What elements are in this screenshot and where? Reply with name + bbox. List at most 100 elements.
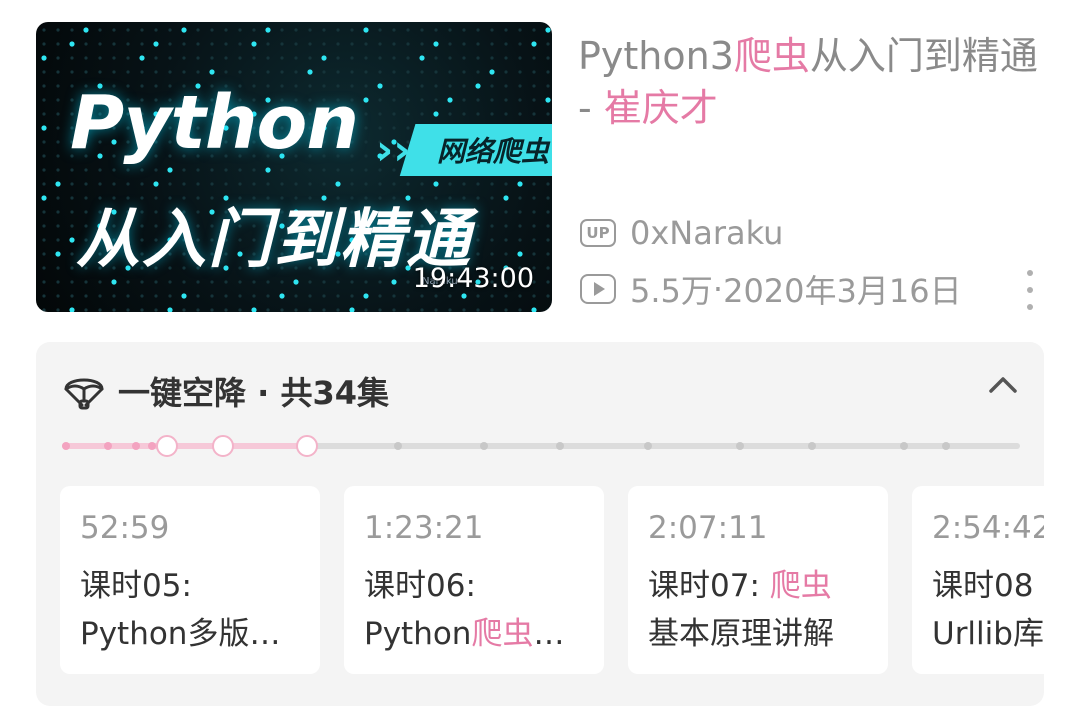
episode-marker[interactable] [132,442,140,450]
matrix-dot [475,83,481,89]
matrix-dot [168,294,172,298]
matrix-dot [56,154,60,158]
episode-card[interactable]: 1:23:21 课时06: Python爬虫相关库的安装 [344,486,604,674]
matrix-dot [392,182,396,186]
matrix-dot [448,182,452,186]
matrix-dot [167,167,173,173]
matrix-dot [364,42,368,46]
matrix-dot [41,55,47,61]
matrix-dot [42,266,46,270]
matrix-dot [42,42,46,46]
episode-title: 课时06: Python爬虫相关库的安装 [364,562,584,658]
matrix-dot [70,168,74,172]
matrix-dot [476,308,480,312]
episode-title-line1: 课时05: [80,568,192,604]
matrix-dot [140,280,144,284]
matrix-dot [196,294,200,298]
matrix-dot [294,294,298,298]
matrix-dot [518,210,522,214]
matrix-dot [55,251,61,257]
matrix-dot [56,266,60,270]
episode-progress-bar[interactable] [62,434,1020,458]
matrix-dot [545,27,551,33]
episode-marker[interactable] [62,442,70,450]
matrix-dot [224,70,228,74]
episode-marker[interactable] [104,442,112,450]
matrix-dot [420,308,424,312]
matrix-dot [476,294,480,298]
matrix-dot [518,294,522,298]
matrix-dot [252,280,256,284]
matrix-dot [336,280,340,284]
matrix-dot [490,56,494,60]
episode-marker[interactable] [942,442,950,450]
matrix-dot [322,168,326,172]
playlist-header[interactable]: 一键空降 · 共34集 [62,368,389,414]
matrix-dot [83,27,89,33]
chevron-up-icon[interactable] [988,374,1018,396]
uploader-row[interactable]: UP 0xNaraku [580,214,783,252]
episode-marker[interactable] [644,442,652,450]
view-count: 5.5万 [630,272,713,310]
episode-marker[interactable] [808,442,816,450]
matrix-dot [154,56,158,60]
episode-card[interactable]: 2:07:11 课时07: 爬虫 基本原理讲解 [628,486,888,674]
matrix-dot [462,70,466,74]
matrix-dot [546,294,550,298]
matrix-dot [546,196,550,200]
matrix-dot [196,70,200,74]
matrix-dot [126,70,130,74]
matrix-dot [378,70,382,74]
matrix-dot [518,98,522,102]
episode-title: 课时07: 爬虫 基本原理讲解 [648,562,868,658]
episode-marker[interactable] [900,442,908,450]
matrix-dot [322,182,326,186]
matrix-dot [56,224,60,228]
matrix-dot [210,56,214,60]
matrix-dot [98,42,102,46]
matrix-dot [308,182,312,186]
matrix-dot [266,308,270,312]
matrix-dot [140,42,144,46]
episode-title-line2: 基本原理讲解 [648,616,834,652]
matrix-dot [532,224,536,228]
matrix-dot [238,42,242,46]
matrix-dot [504,308,508,312]
matrix-dot [434,28,438,32]
video-title[interactable]: Python3爬虫从入门到精通 - 崔庆才 [578,30,1048,134]
episode-card[interactable]: 52:59 课时05: Python多版本共存配置 [60,486,320,674]
matrix-dot [476,98,480,102]
matrix-dot [42,280,46,284]
matrix-dot [518,84,522,88]
matrix-dot [182,70,186,74]
matrix-dot [518,56,522,60]
matrix-dot [70,280,74,284]
matrix-dot [42,168,46,172]
episode-time: 2:54:42 [932,510,1044,546]
episode-marker-current[interactable] [156,435,178,457]
matrix-dot [42,154,46,158]
more-vertical-icon[interactable] [1020,270,1040,310]
matrix-dot [350,28,354,32]
matrix-dot [391,279,397,285]
matrix-dot [196,42,200,46]
matrix-dot [462,42,466,46]
video-thumbnail[interactable]: Python ›› 网络爬虫 从入门到精通 Naraku 19:43:00 [36,22,552,312]
matrix-dot [476,28,480,32]
matrix-dot [56,210,60,214]
matrix-dot [84,56,88,60]
episode-card[interactable]: 2:54:42 课时08 Urllib库 [912,486,1044,674]
matrix-dot [406,70,410,74]
matrix-dot [55,181,61,187]
matrix-dot [462,112,466,116]
matrix-dot [377,83,383,89]
episode-marker[interactable] [148,442,156,450]
episode-marker[interactable] [556,442,564,450]
matrix-dot [461,293,467,299]
episode-marker-current[interactable] [296,435,318,457]
episode-marker-current[interactable] [212,435,234,457]
episode-marker[interactable] [736,442,744,450]
episode-marker[interactable] [480,442,488,450]
matrix-dot [182,280,186,284]
episode-marker[interactable] [394,442,402,450]
